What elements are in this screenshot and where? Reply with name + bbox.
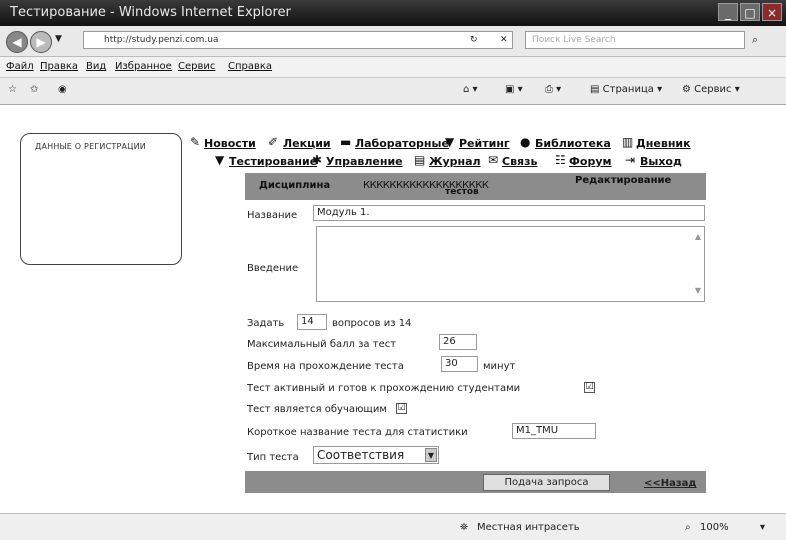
address-toolbar: ◀ ▶ ▼ http://study.penzi.com.ua ↻ ✕ Поис… <box>0 26 786 57</box>
time-suffix: минут <box>483 361 516 372</box>
menu-favorites[interactable]: Избранное <box>115 61 172 72</box>
name-label: Название <box>247 210 298 221</box>
nav-labs[interactable]: Лабораторные <box>355 137 449 150</box>
management-icon: ✱ <box>312 153 323 167</box>
training-label: Тест является обучающим <box>247 404 387 415</box>
labs-icon: ▬ <box>340 135 352 149</box>
testing-icon: ▼ <box>215 153 225 167</box>
tab-page-icon[interactable]: ◉ <box>58 84 67 95</box>
nav-testing[interactable]: Тестирование <box>229 155 317 168</box>
favorites-star-icon[interactable]: ☆ <box>8 84 17 95</box>
zoom-dropdown-icon[interactable]: ▾ <box>760 522 765 533</box>
forward-icon[interactable]: ▶ <box>30 31 52 53</box>
time-input[interactable]: 30 <box>441 356 478 372</box>
print-icon[interactable]: ⎙ ▾ <box>545 84 561 95</box>
submit-button[interactable]: Подача запроса <box>483 474 610 491</box>
home-icon[interactable]: ⌂ ▾ <box>463 84 478 95</box>
forum-icon: ☷ <box>555 153 566 167</box>
short-name-input[interactable]: M1_TMU <box>512 423 596 439</box>
contact-icon: ✉ <box>488 153 499 167</box>
maximize-button[interactable]: □ <box>740 3 760 21</box>
type-label: Тип теста <box>247 452 299 463</box>
rating-icon: ▼ <box>445 135 455 149</box>
max-score-input[interactable]: 26 <box>439 334 477 350</box>
menu-bar: Файл Правка Вид Избранное Сервис Справка <box>0 57 786 78</box>
exit-icon: ⇥ <box>625 153 636 167</box>
action-bar <box>245 471 706 493</box>
ask-count-input[interactable]: 14 <box>297 314 327 330</box>
discipline-header-bar: Дисциплина ККККККККККККККККККК Редактиро… <box>245 173 706 200</box>
nav-lectures[interactable]: Лекции <box>283 137 331 150</box>
journal-icon: ▤ <box>414 153 426 167</box>
menu-tools[interactable]: Сервис <box>178 61 215 72</box>
back-link[interactable]: <<Назад <box>644 478 697 489</box>
nav-exit[interactable]: Выход <box>640 155 682 168</box>
nav-diary[interactable]: Дневник <box>636 137 691 150</box>
short-name-label: Короткое название теста для статистики <box>247 427 468 438</box>
edit-tests-label: Редактирование <box>575 175 672 186</box>
edit-tests-label-2: тестов <box>445 187 479 197</box>
library-icon: ● <box>520 135 531 149</box>
news-icon: ✎ <box>190 135 201 149</box>
search-input[interactable]: Поиск Live Search <box>525 31 745 49</box>
ask-suffix: вопросов из 14 <box>332 318 412 329</box>
intranet-icon: ⛯ <box>460 522 468 533</box>
time-label: Время на прохождение теста <box>247 361 404 372</box>
scroll-up-icon[interactable]: ▲ <box>695 230 701 244</box>
nav-rating[interactable]: Рейтинг <box>459 137 510 150</box>
nav-forum[interactable]: Форум <box>569 155 612 168</box>
nav-contact[interactable]: Связь <box>502 155 537 168</box>
history-dropdown-icon[interactable]: ▼ <box>55 34 62 44</box>
diary-icon: ▥ <box>622 135 634 149</box>
page-content: ДАННЫЕ О РЕГИСТРАЦИИ ✎ Новости ✐ Лекции … <box>0 105 786 513</box>
page-menu-button[interactable]: ▤ Страница ▾ <box>590 84 662 95</box>
zoom-icon[interactable]: ⌕ <box>685 522 691 533</box>
intro-textarea[interactable]: ▲ ▼ <box>316 226 705 302</box>
type-select[interactable]: Соответствия ▼ <box>313 446 439 464</box>
add-favorites-icon[interactable]: ✩ <box>30 84 38 95</box>
nav-journal[interactable]: Журнал <box>429 155 481 168</box>
menu-file[interactable]: Файл <box>6 61 34 72</box>
security-zone: Местная интрасеть <box>477 522 580 533</box>
nav-news[interactable]: Новости <box>204 137 256 150</box>
menu-edit[interactable]: Правка <box>40 61 78 72</box>
status-bar: ⛯ Местная интрасеть ⌕ 100% ▾ <box>0 513 786 540</box>
close-button[interactable]: × <box>762 3 782 21</box>
registration-panel: ДАННЫЕ О РЕГИСТРАЦИИ <box>20 133 182 265</box>
stop-icon[interactable]: ✕ <box>500 35 508 45</box>
menu-view[interactable]: Вид <box>86 61 106 72</box>
active-label: Тест активный и готов к прохождению студ… <box>247 383 521 394</box>
refresh-icon[interactable]: ↻ <box>470 35 478 45</box>
max-score-label: Максимальный балл за тест <box>247 339 397 350</box>
window-title: Тестирование - Windows Internet Explorer <box>10 5 291 20</box>
registration-header: ДАННЫЕ О РЕГИСТРАЦИИ <box>35 142 146 151</box>
minimize-button[interactable]: _ <box>718 3 738 21</box>
name-input[interactable]: Модуль 1. <box>313 205 705 221</box>
back-icon[interactable]: ◀ <box>6 31 28 53</box>
address-input[interactable]: http://study.penzi.com.ua <box>83 31 513 49</box>
training-checkbox[interactable]: ☑ <box>396 403 407 414</box>
lectures-icon: ✐ <box>268 135 279 149</box>
discipline-label: Дисциплина <box>259 180 331 191</box>
nav-management[interactable]: Управление <box>326 155 403 168</box>
nav-library[interactable]: Библиотека <box>535 137 611 150</box>
chevron-down-icon[interactable]: ▼ <box>425 448 437 462</box>
active-checkbox[interactable]: ☑ <box>584 382 595 393</box>
search-icon[interactable]: ⌕ <box>752 33 758 47</box>
window-titlebar: Тестирование - Windows Internet Explorer… <box>0 0 786 26</box>
menu-help[interactable]: Справка <box>228 61 272 72</box>
feeds-icon[interactable]: ▣ ▾ <box>505 84 523 95</box>
scroll-down-icon[interactable]: ▼ <box>695 284 701 298</box>
intro-label: Введение <box>247 263 299 274</box>
type-select-value: Соответствия <box>317 448 405 462</box>
command-bar: ☆ ✩ ◉ ⌂ ▾ ▣ ▾ ⎙ ▾ ▤ Страница ▾ ⚙ Сервис … <box>0 78 786 105</box>
zoom-level[interactable]: 100% <box>700 522 729 533</box>
ask-label: Задать <box>247 318 285 329</box>
tools-menu-button[interactable]: ⚙ Сервис ▾ <box>682 84 740 95</box>
